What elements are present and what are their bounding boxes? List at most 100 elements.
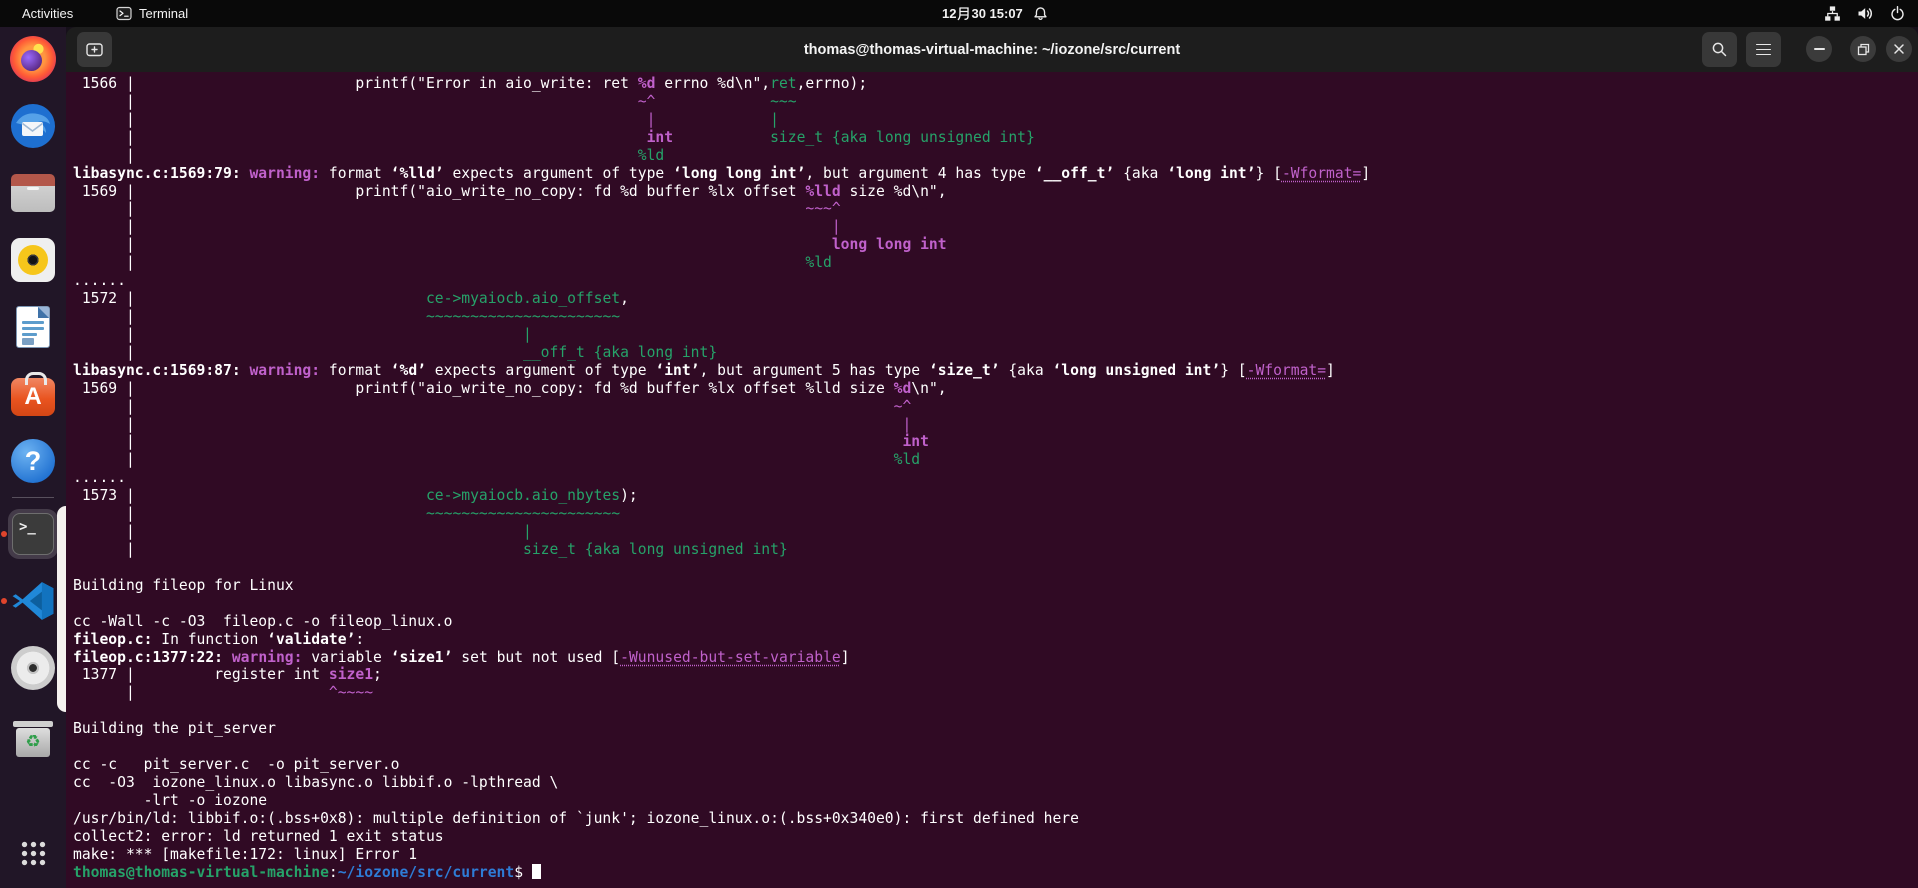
minimize-button[interactable] <box>1806 36 1832 62</box>
rhythmbox-icon <box>11 238 55 282</box>
terminal-line: thomas@thomas-virtual-machine:~/iozone/s… <box>73 863 1918 882</box>
dock-item-files[interactable] <box>8 168 58 218</box>
terminal-line: 1569 | printf("aio_write_no_copy: fd %d … <box>73 379 947 397</box>
restore-icon <box>1857 43 1869 55</box>
dock-item-trash[interactable]: ♻ <box>8 710 58 760</box>
terminal-line: | ~~~~~~~~~~~~~~~~~~~~~~ <box>73 505 621 523</box>
terminal-line: cc -O3 iozone_linux.o libasync.o libbif.… <box>73 773 559 791</box>
dock-item-vscode[interactable] <box>1 576 58 626</box>
cjk-month-glyph <box>958 7 970 21</box>
terminal-line: | %ld <box>73 254 832 272</box>
terminal-line: fileop.c:1377:22: warning: variable ‘siz… <box>73 648 850 666</box>
terminal-window: thomas@thomas-virtual-machine: ~/iozone/… <box>66 27 1918 888</box>
files-icon <box>11 174 55 212</box>
dock-item-terminal[interactable]: >_ <box>1 509 58 559</box>
recycle-glyph: ♻ <box>25 732 41 752</box>
terminal-mini-icon <box>116 6 132 21</box>
terminal-line: 1573 | ce->myaiocb.aio_nbytes); <box>73 487 638 505</box>
network-icon <box>1825 6 1840 21</box>
window-titlebar[interactable]: thomas@thomas-virtual-machine: ~/iozone/… <box>66 27 1918 72</box>
system-status-menu[interactable] <box>1824 0 1906 27</box>
terminal-line: make: *** [makefile:172: linux] Error 1 <box>73 845 418 863</box>
terminal-line: 1566 | printf("Error in aio_write: ret %… <box>73 75 868 92</box>
terminal-line: | %ld <box>73 451 921 469</box>
terminal-line: fileop.c: In function ‘validate’: <box>73 630 365 648</box>
terminal-screen[interactable]: 1566 | printf("Error in aio_write: ret %… <box>66 72 1918 888</box>
terminal-line: cc -c pit_server.c -o pit_server.o <box>73 756 400 774</box>
terminal-line: 1569 | printf("aio_write_no_copy: fd %d … <box>73 182 947 200</box>
dock-item-firefox[interactable] <box>8 34 58 84</box>
libreoffice-writer-icon <box>16 306 50 348</box>
disc-icon <box>11 646 55 690</box>
terminal-line: collect2: error: ld returned 1 exit stat… <box>73 827 444 845</box>
terminal-line: ...... <box>73 272 126 290</box>
terminal-line: | ~^ <box>73 397 912 415</box>
terminal-line: | ~~~~~~~~~~~~~~~~~~~~~~ <box>73 307 621 325</box>
terminal-line: | size_t {aka long unsigned int} <box>73 540 788 558</box>
dock: A ? >_ ♻ <box>0 27 66 888</box>
restore-button[interactable] <box>1850 36 1876 62</box>
close-button[interactable] <box>1886 36 1912 62</box>
dock-item-show-apps[interactable] <box>8 828 58 878</box>
terminal-line: ...... <box>73 469 126 487</box>
help-icon: ? <box>11 439 55 483</box>
background-window-edge[interactable] <box>57 506 66 712</box>
terminal-line: 1572 | ce->myaiocb.aio_offset, <box>73 290 629 308</box>
terminal-line: | | <box>73 523 532 541</box>
terminal-line: 1377 | register int size1; <box>73 666 382 684</box>
new-tab-icon <box>86 43 103 57</box>
terminal-line: | __off_t {aka long int} <box>73 343 718 361</box>
app-center-icon: A <box>11 372 55 416</box>
terminal-line: | | <box>73 218 841 236</box>
focused-app-label: Terminal <box>139 6 189 21</box>
terminal-line: -lrt -o iozone <box>73 791 268 809</box>
clock-button[interactable]: 12 30 15:07 <box>942 0 1049 27</box>
terminal-line: | | | <box>73 110 779 128</box>
dock-item-app-center[interactable]: A <box>8 369 58 419</box>
close-icon <box>1894 44 1904 54</box>
terminal-line: | | <box>73 325 532 343</box>
top-bar: Activities Terminal 12 30 15:07 <box>0 0 1918 27</box>
minimize-icon <box>1813 48 1825 50</box>
search-icon <box>1712 42 1727 57</box>
running-indicator-dot <box>1 531 7 537</box>
terminal-line: cc -Wall -c -O3 fileop.c -o fileop_linux… <box>73 612 453 630</box>
terminal-line: Building fileop for Linux <box>73 576 294 594</box>
dock-item-rhythmbox[interactable] <box>8 235 58 285</box>
bell-icon <box>1034 7 1047 21</box>
terminal-line: | int size_t {aka long unsigned int} <box>73 128 1035 146</box>
dock-item-help[interactable]: ? <box>8 436 58 486</box>
vscode-icon <box>12 582 54 620</box>
clock-text: 12 30 15:07 <box>942 6 1023 21</box>
activities-button[interactable]: Activities <box>14 0 81 27</box>
terminal-line: | | <box>73 415 912 433</box>
new-tab-button[interactable] <box>77 32 112 67</box>
terminal-line: | %ld <box>73 146 665 164</box>
show-apps-grid-icon <box>19 839 47 867</box>
dock-item-disc[interactable] <box>8 643 58 693</box>
terminal-icon: >_ <box>12 513 54 555</box>
thunderbird-icon <box>11 104 55 148</box>
power-icon <box>1891 5 1904 21</box>
running-indicator-dot <box>1 598 7 604</box>
firefox-icon <box>10 36 56 82</box>
terminal-cursor <box>531 863 541 880</box>
dock-item-libreoffice-writer[interactable] <box>8 302 58 352</box>
terminal-line: libasync.c:1569:87: warning: format ‘%d’… <box>73 361 1335 379</box>
volume-icon <box>1858 8 1872 19</box>
terminal-line: | ^~~~~ <box>73 684 374 702</box>
dock-item-thunderbird[interactable] <box>8 101 58 151</box>
terminal-line: libasync.c:1569:79: warning: format ‘%ll… <box>73 164 1371 182</box>
trash-icon: ♻ <box>11 713 55 757</box>
focused-app-indicator[interactable]: Terminal <box>116 0 188 27</box>
menu-button[interactable] <box>1746 32 1781 67</box>
terminal-line: | ~^ ~~~ <box>73 92 797 110</box>
activities-label: Activities <box>22 6 74 21</box>
search-button[interactable] <box>1702 32 1737 67</box>
terminal-line: | int <box>73 433 929 451</box>
terminal-line: Building the pit_server <box>73 720 276 738</box>
